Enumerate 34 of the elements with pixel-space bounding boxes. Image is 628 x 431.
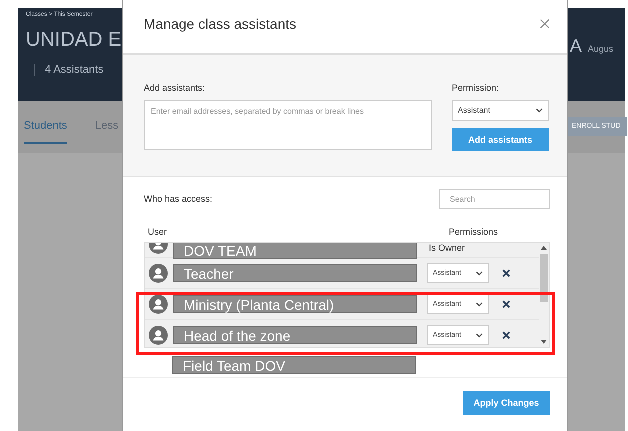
search-field[interactable]: Search [439, 189, 550, 209]
dialog-title: Manage class assistants [144, 16, 297, 32]
user-name[interactable]: Augus [588, 44, 614, 54]
apply-changes-button[interactable]: Apply Changes [463, 391, 550, 415]
close-icon[interactable] [540, 18, 550, 28]
add-assistants-button[interactable]: Add assistants [452, 128, 549, 151]
permission-dropdown[interactable]: Assistant [452, 100, 549, 121]
permission-label: Permission: [452, 83, 500, 93]
class-title: UNIDAD E [26, 29, 122, 52]
caret-icon [476, 332, 483, 338]
access-label: Who has access: [144, 194, 213, 204]
user-name-label: Field Team DOV [172, 356, 416, 374]
user-name-label: Head of the zone [173, 326, 417, 344]
scrollbar-thumb[interactable] [540, 254, 548, 302]
add-label: Add assistants: [144, 83, 206, 93]
caret-icon [536, 108, 543, 113]
column-header: User [148, 227, 168, 237]
email-field[interactable]: Enter email addresses, separated by commas or break lines [144, 100, 432, 150]
user-name-label: Ministry (Planta Central) [173, 295, 417, 313]
user-name-label: DOV TEAM [173, 243, 417, 259]
user-initial: A [570, 36, 582, 57]
avatar-icon [149, 294, 168, 314]
scroll-down-icon[interactable] [541, 340, 547, 344]
caret-icon [476, 302, 483, 306]
remove-icon[interactable] [502, 300, 511, 308]
avatar-icon [149, 326, 168, 344]
column-header: Permissions [449, 227, 498, 237]
scroll-up-icon[interactable] [541, 246, 547, 250]
owner-label: Is Owner [429, 243, 466, 253]
avatar-icon [149, 264, 168, 282]
caret-icon [476, 270, 483, 276]
remove-icon[interactable] [502, 330, 511, 340]
user-name-label: Teacher [173, 264, 417, 282]
remove-icon[interactable] [502, 268, 511, 278]
